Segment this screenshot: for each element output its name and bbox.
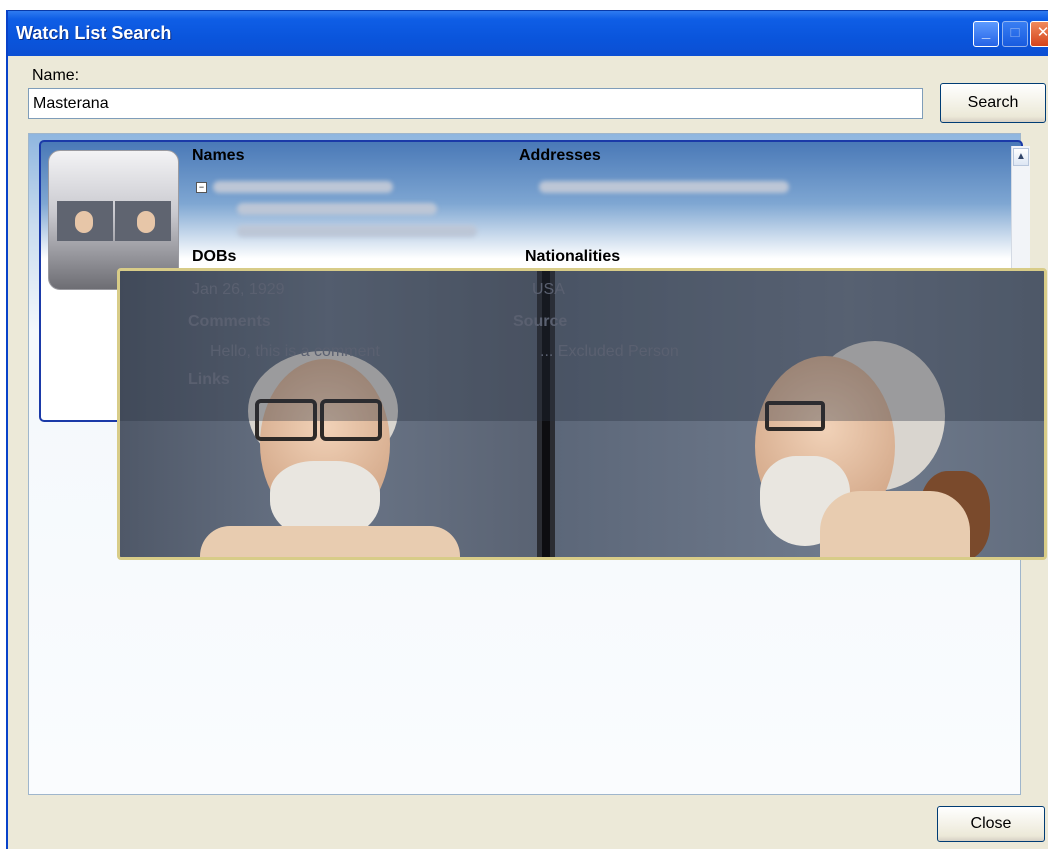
minimize-icon[interactable]: _ bbox=[973, 21, 999, 47]
profile-photo-thumb bbox=[115, 201, 171, 241]
chevron-up-icon[interactable]: ▲ bbox=[1013, 148, 1029, 166]
nationality-value: USA bbox=[532, 281, 565, 298]
comment-value: Hello, this is a comment bbox=[210, 343, 380, 360]
window-title: Watch List Search bbox=[16, 23, 172, 43]
nationalities-heading: Nationalities bbox=[525, 248, 621, 265]
close-button[interactable]: Close bbox=[937, 806, 1045, 842]
collapse-icon[interactable]: − bbox=[196, 182, 207, 193]
underlying-card-overlay: Jan 26, 1929 USA Comments Source Hello, … bbox=[120, 271, 1044, 421]
search-button[interactable]: Search bbox=[940, 83, 1046, 123]
redacted-name-1 bbox=[213, 181, 393, 193]
redacted-name-2 bbox=[237, 203, 437, 215]
source-heading: Source bbox=[513, 313, 568, 330]
dob-value: Jan 26, 1929 bbox=[192, 281, 285, 298]
addresses-heading: Addresses bbox=[519, 147, 601, 164]
redacted-address bbox=[539, 181, 789, 193]
links-heading: Links bbox=[188, 371, 230, 388]
source-value: ... Excluded Person bbox=[540, 343, 679, 360]
name-label: Name: bbox=[32, 67, 80, 84]
dobs-heading: DOBs bbox=[192, 248, 237, 265]
names-heading: Names bbox=[192, 147, 245, 164]
redacted-name-3 bbox=[237, 225, 477, 237]
comments-heading: Comments bbox=[188, 313, 271, 330]
maximize-icon[interactable]: □ bbox=[1002, 21, 1028, 47]
close-icon[interactable]: ✕ bbox=[1030, 21, 1048, 47]
title-bar[interactable]: Watch List Search _ □ ✕ bbox=[8, 10, 1048, 56]
front-photo-thumb bbox=[57, 201, 113, 241]
name-input[interactable] bbox=[28, 88, 923, 119]
photo-preview-popup[interactable]: Jan 26, 1929 USA Comments Source Hello, … bbox=[117, 268, 1047, 560]
